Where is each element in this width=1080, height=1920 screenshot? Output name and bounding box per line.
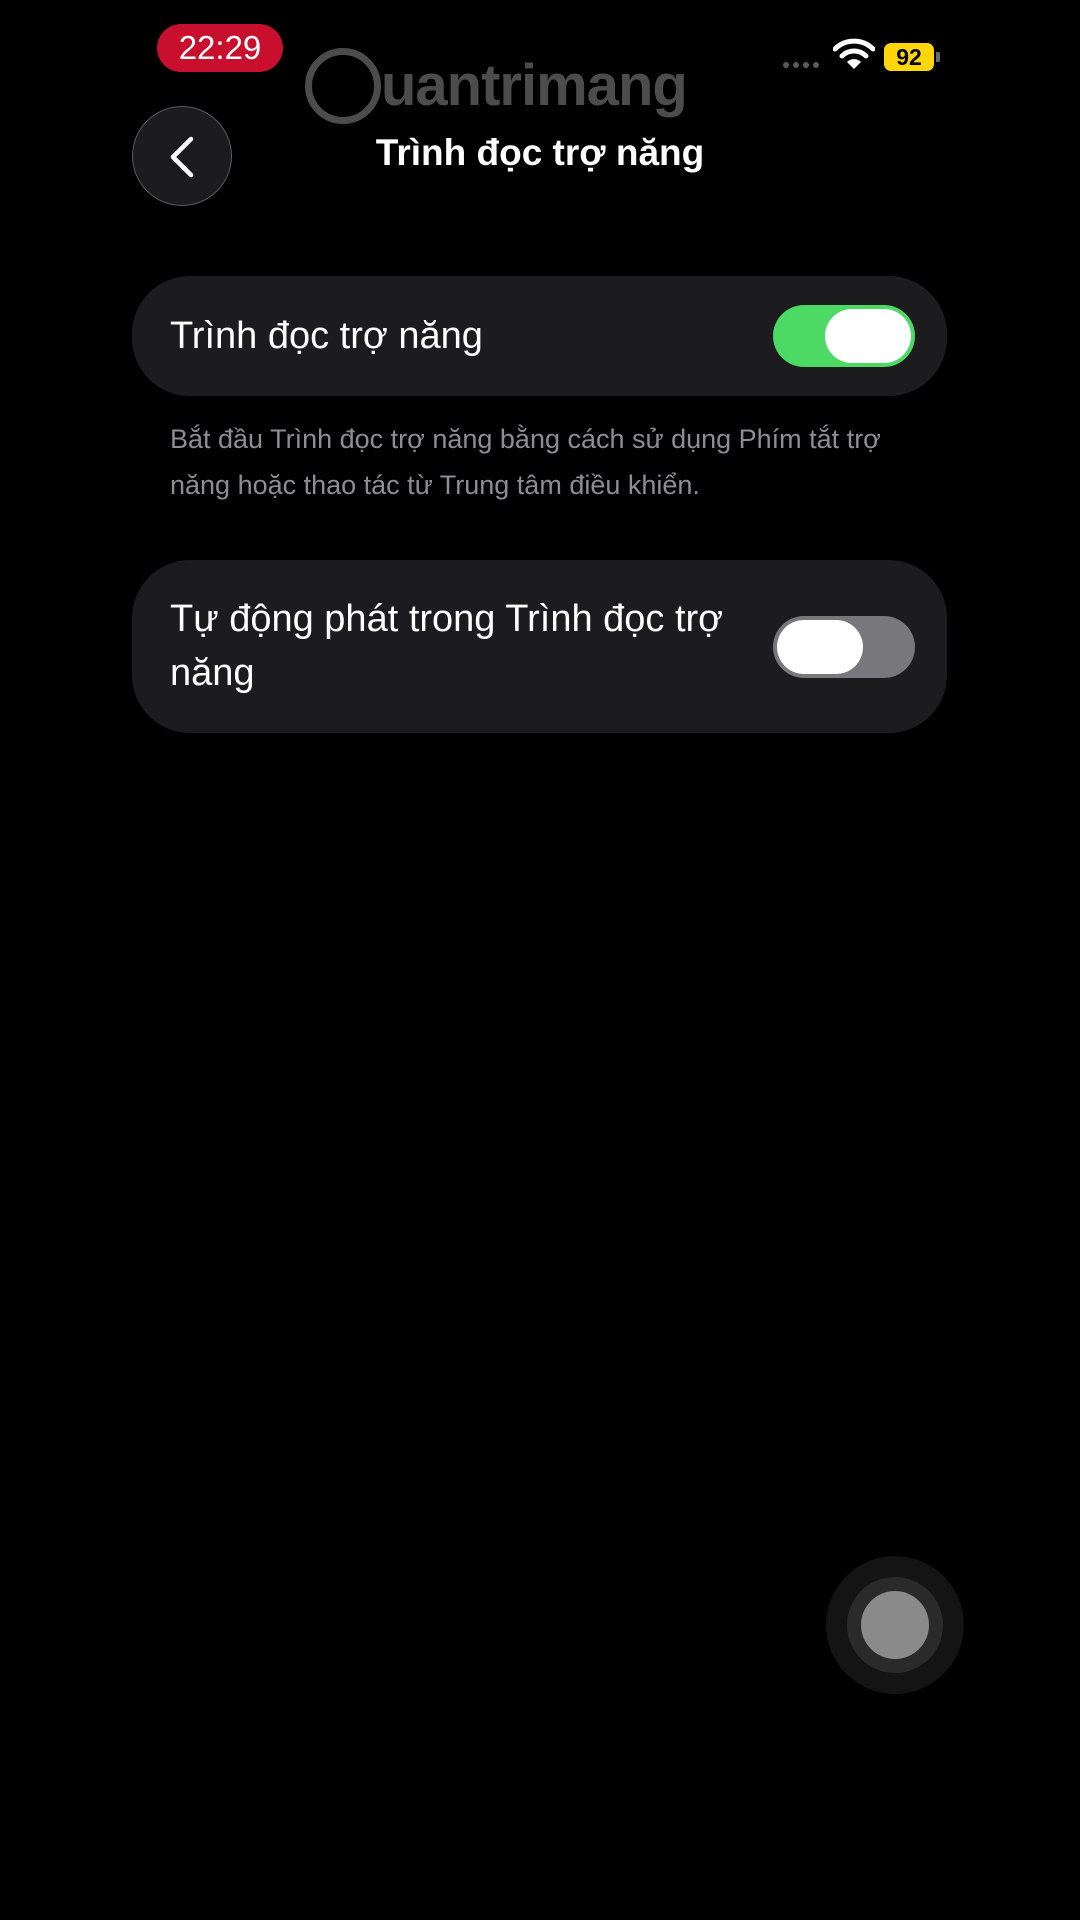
toggle-knob (777, 620, 863, 674)
back-button[interactable] (132, 106, 232, 206)
battery-cap (936, 52, 940, 62)
status-time: 22:29 (157, 24, 283, 72)
setting-label: Trình đọc trợ năng (170, 315, 483, 357)
watermark-text: uantrimang (381, 53, 688, 118)
assistive-touch-icon[interactable] (826, 1556, 964, 1694)
setting-row-auto-play: Tự động phát trong Trình đọc trợ năng (132, 560, 947, 733)
battery-level: 92 (884, 43, 934, 71)
page-title: Trình đọc trợ năng (375, 132, 705, 173)
toggle-knob (825, 309, 911, 363)
setting-label: Tự động phát trong Trình đọc trợ năng (170, 598, 724, 694)
lightbulb-icon (305, 48, 381, 124)
auto-play-toggle[interactable] (773, 616, 915, 678)
setting-footnote: Bắt đầu Trình đọc trợ năng bằng cách sử … (170, 424, 881, 500)
battery-icon: 92 (884, 43, 942, 71)
cell-signal-icon (783, 62, 823, 70)
chevron-left-icon (170, 136, 194, 178)
setting-row-accessibility-reader: Trình đọc trợ năng (132, 276, 947, 396)
watermark-logo: uantrimang (305, 48, 705, 138)
assistive-touch-dot (861, 1591, 929, 1659)
accessibility-reader-toggle[interactable] (773, 305, 915, 367)
wifi-icon (832, 38, 876, 70)
